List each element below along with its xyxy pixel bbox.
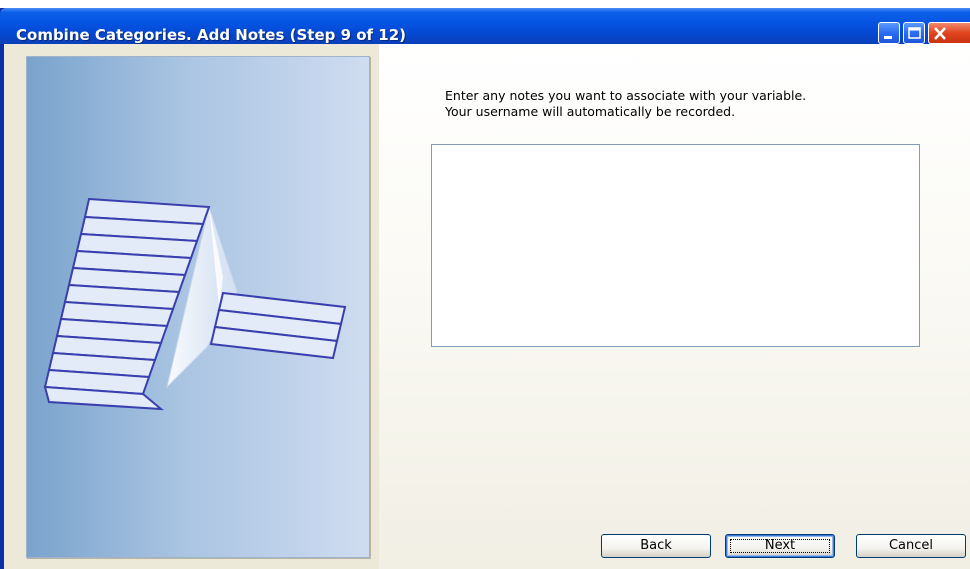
dialog-client-area: Enter any notes you want to associate wi… (4, 44, 970, 569)
cancel-button-label: Cancel (888, 538, 934, 553)
window-top-edge (0, 0, 970, 8)
wizard-content-panel: Enter any notes you want to associate wi… (379, 44, 970, 569)
minimize-icon (884, 36, 892, 39)
title-bar[interactable]: Combine Categories. Add Notes (Step 9 of… (0, 8, 970, 44)
notes-textarea[interactable] (431, 144, 920, 347)
minimize-button[interactable] (878, 22, 900, 44)
wizard-window: Combine Categories. Add Notes (Step 9 of… (0, 0, 970, 569)
maximize-icon (908, 27, 921, 39)
instructions-line-1: Enter any notes you want to associate wi… (445, 88, 807, 103)
window-title: Combine Categories. Add Notes (Step 9 of… (16, 26, 407, 44)
next-button-label: Next (764, 538, 796, 553)
back-button[interactable]: Back (601, 534, 711, 558)
instructions-line-2: Your username will automatically be reco… (445, 104, 736, 119)
maximize-button[interactable] (903, 22, 925, 44)
combine-categories-illustration (26, 56, 370, 558)
next-button[interactable]: Next (725, 534, 835, 558)
wizard-side-panel (4, 44, 379, 569)
stacked-categories-icon (43, 197, 347, 411)
cancel-button[interactable]: Cancel (856, 534, 966, 558)
close-button[interactable] (928, 22, 970, 44)
close-icon (934, 27, 946, 40)
instructions-text: Enter any notes you want to associate wi… (445, 88, 806, 120)
back-button-label: Back (640, 538, 672, 553)
